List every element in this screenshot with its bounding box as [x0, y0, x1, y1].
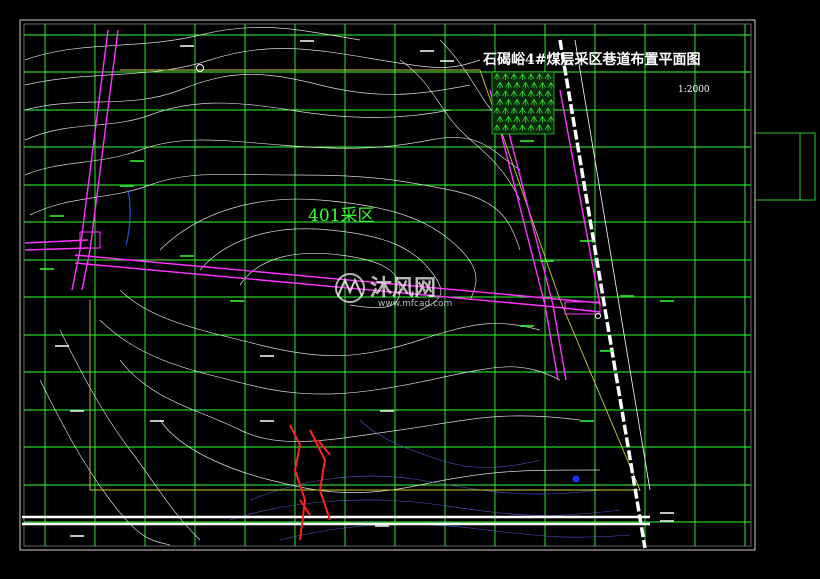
annotation-mark	[230, 300, 244, 302]
annotation-mark	[130, 160, 144, 162]
annotation-mark	[440, 60, 454, 62]
annotation-mark	[520, 140, 534, 142]
annotation-mark	[660, 520, 674, 522]
lower-contours	[125, 189, 631, 541]
watermark: 沐风网 www.mfcad.com	[335, 273, 452, 309]
cad-drawing-viewer[interactable]: 石碣峪4#煤层采区巷道布置平面图 1:2000 401采区 沐风网 www.mf…	[0, 0, 820, 579]
side-tab	[755, 132, 816, 201]
cad-canvas: 石碣峪4#煤层采区巷道布置平面图 1:2000 401采区 沐风网 www.mf…	[19, 19, 816, 551]
blue-point-marker	[572, 475, 580, 483]
area-label: 401采区	[308, 206, 374, 226]
annotation-mark	[580, 420, 594, 422]
annotation-mark	[300, 40, 314, 42]
annotation-mark	[600, 350, 614, 352]
annotation-mark	[260, 420, 274, 422]
annotation-mark	[660, 512, 674, 514]
watermark-brand: 沐风网	[370, 276, 436, 301]
annotation-mark	[180, 255, 194, 257]
drawing-scale: 1:2000	[678, 85, 710, 95]
annotation-mark	[50, 215, 64, 217]
annotation-mark	[150, 420, 164, 422]
boundary-road	[558, 39, 651, 549]
drawing-title: 石碣峪4#煤层采区巷道布置平面图	[482, 51, 700, 68]
annotation-mark	[260, 355, 274, 357]
annotation-mark	[40, 268, 54, 270]
annotation-mark	[580, 240, 594, 242]
annotation-mark	[520, 325, 534, 327]
annotation-mark	[375, 525, 389, 527]
annotation-mark	[380, 410, 394, 412]
mining-boundary	[89, 69, 641, 491]
annotation-mark	[420, 50, 434, 52]
annotation-mark	[70, 410, 84, 412]
annotation-mark	[540, 260, 554, 262]
bottom-road	[22, 515, 650, 526]
annotation-mark	[180, 45, 194, 47]
annotation-mark	[620, 295, 634, 297]
annotation-mark	[660, 300, 674, 302]
annotation-mark	[120, 185, 134, 187]
annotation-mark	[55, 345, 69, 347]
watermark-url: www.mfcad.com	[378, 299, 452, 309]
annotation-mark	[70, 535, 84, 537]
forest-patch	[491, 71, 555, 135]
